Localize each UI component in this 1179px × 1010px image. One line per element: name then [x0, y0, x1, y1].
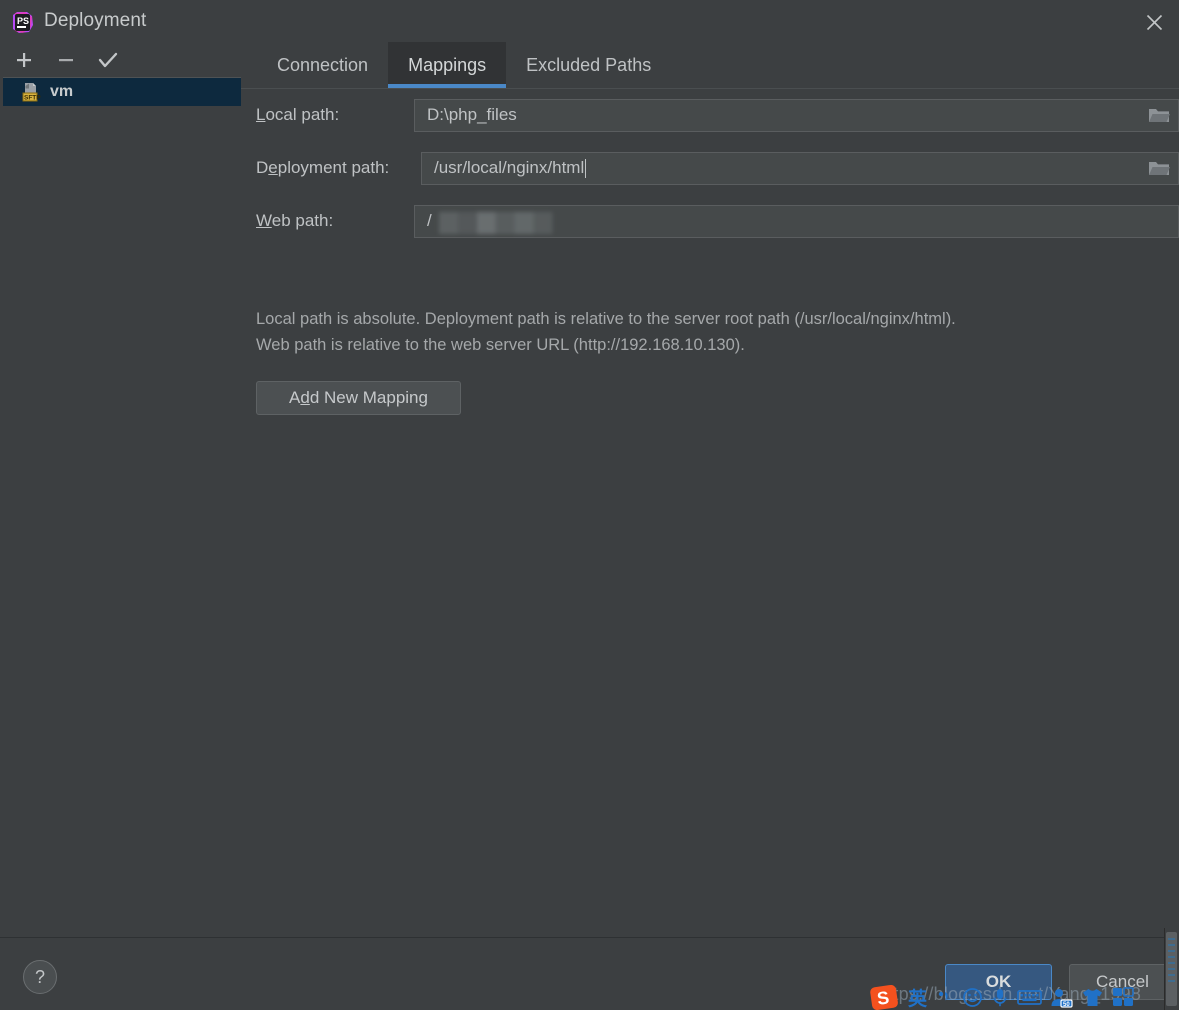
- web-path-label-text: eb path:: [271, 211, 334, 230]
- help-button[interactable]: ?: [23, 960, 57, 994]
- close-icon[interactable]: [1135, 5, 1173, 39]
- local-path-label-text: ocal path:: [265, 105, 340, 124]
- add-mapping-label-post: d New Mapping: [309, 388, 428, 407]
- server-list-item-vm[interactable]: SFTP vm: [3, 78, 241, 106]
- folder-icon[interactable]: [1148, 159, 1170, 177]
- tab-separator: [241, 88, 1179, 89]
- local-path-value: D:\php_files: [427, 105, 517, 124]
- local-path-input[interactable]: D:\php_files: [414, 98, 1179, 132]
- tab-excluded-paths[interactable]: Excluded Paths: [506, 42, 671, 88]
- keyboard-icon[interactable]: [1017, 988, 1042, 1007]
- tab-excluded-paths-label: Excluded Paths: [526, 54, 652, 75]
- tab-mappings-label: Mappings: [408, 54, 487, 75]
- deployment-path-label-pre: D: [256, 158, 269, 177]
- svg-text:SFTP: SFTP: [24, 95, 41, 102]
- tab-connection[interactable]: Connection: [257, 42, 388, 88]
- sogou-ime-toolbar: S 英 50: [868, 984, 1179, 1010]
- deployment-path-label-mnemonic: e: [268, 158, 278, 177]
- tab-connection-label: Connection: [277, 54, 369, 75]
- settings-tabs: Connection Mappings Excluded Paths: [241, 42, 1179, 88]
- mappings-pane: Connection Mappings Excluded Paths Local…: [241, 42, 1179, 935]
- toolbox-grid-icon[interactable]: [1112, 987, 1135, 1008]
- chinese-english-icon[interactable]: 英: [908, 984, 927, 1010]
- phpstorm-logo-icon: PS: [11, 11, 34, 34]
- mappings-description: Local path is absolute. Deployment path …: [256, 306, 956, 358]
- deployment-path-input[interactable]: /usr/local/nginx/html: [421, 151, 1179, 185]
- svg-text:50: 50: [1063, 1002, 1070, 1008]
- deployment-path-label-text: ployment path:: [277, 158, 390, 177]
- server-list: SFTP vm: [3, 78, 241, 935]
- screen: PS Deployment SFTP vm Connection Mapping…: [0, 0, 1179, 1010]
- tshirt-icon[interactable]: [1081, 987, 1104, 1008]
- add-server-button[interactable]: [11, 47, 37, 73]
- svg-text:PS: PS: [17, 16, 29, 26]
- web-path-label-mnemonic: W: [256, 211, 272, 230]
- help-button-label: ?: [34, 966, 45, 987]
- local-path-row: Local path: D:\php_files: [241, 96, 1179, 134]
- text-caret: [585, 158, 587, 178]
- local-path-label: Local path:: [241, 105, 339, 125]
- add-mapping-label-pre: A: [289, 388, 301, 407]
- server-list-item-label: vm: [50, 83, 74, 100]
- mappings-description-line-2: Web path is relative to the web server U…: [256, 336, 745, 354]
- add-mapping-label-mnemonic: d: [300, 388, 310, 407]
- mappings-description-line-1: Local path is absolute. Deployment path …: [256, 310, 956, 328]
- web-path-label: Web path:: [241, 211, 333, 231]
- add-new-mapping-button[interactable]: Add New Mapping: [256, 381, 461, 415]
- mappings-form: Local path: D:\php_files Deployment path…: [241, 96, 1179, 415]
- redacted-overlay: [439, 211, 574, 234]
- emoji-icon[interactable]: [962, 987, 983, 1008]
- microphone-icon[interactable]: [991, 987, 1009, 1008]
- sogou-logo-icon[interactable]: S: [870, 984, 900, 1010]
- set-default-server-button[interactable]: [95, 47, 121, 73]
- web-path-row: Web path: /: [241, 202, 1179, 240]
- dialog-titlebar: PS Deployment: [0, 0, 1179, 44]
- deployment-path-label: Deployment path:: [241, 158, 389, 178]
- server-toolbar: [3, 42, 241, 78]
- dialog-title: Deployment: [44, 10, 147, 31]
- sftp-server-icon: SFTP: [21, 82, 41, 102]
- deployment-path-value: /usr/local/nginx/html: [434, 158, 585, 177]
- deployment-dialog: PS Deployment SFTP vm Connection Mapping…: [0, 0, 1179, 1010]
- user-icon[interactable]: 50: [1050, 987, 1073, 1008]
- deployment-path-row: Deployment path: /usr/local/nginx/html: [241, 149, 1179, 187]
- tab-mappings[interactable]: Mappings: [388, 42, 507, 88]
- remove-server-button[interactable]: [53, 47, 79, 73]
- web-path-value: /: [427, 211, 432, 230]
- server-list-pane: SFTP vm: [3, 42, 241, 935]
- web-path-input[interactable]: /: [414, 204, 1179, 238]
- folder-icon[interactable]: [1148, 106, 1170, 124]
- punctuation-icon[interactable]: [935, 988, 954, 1007]
